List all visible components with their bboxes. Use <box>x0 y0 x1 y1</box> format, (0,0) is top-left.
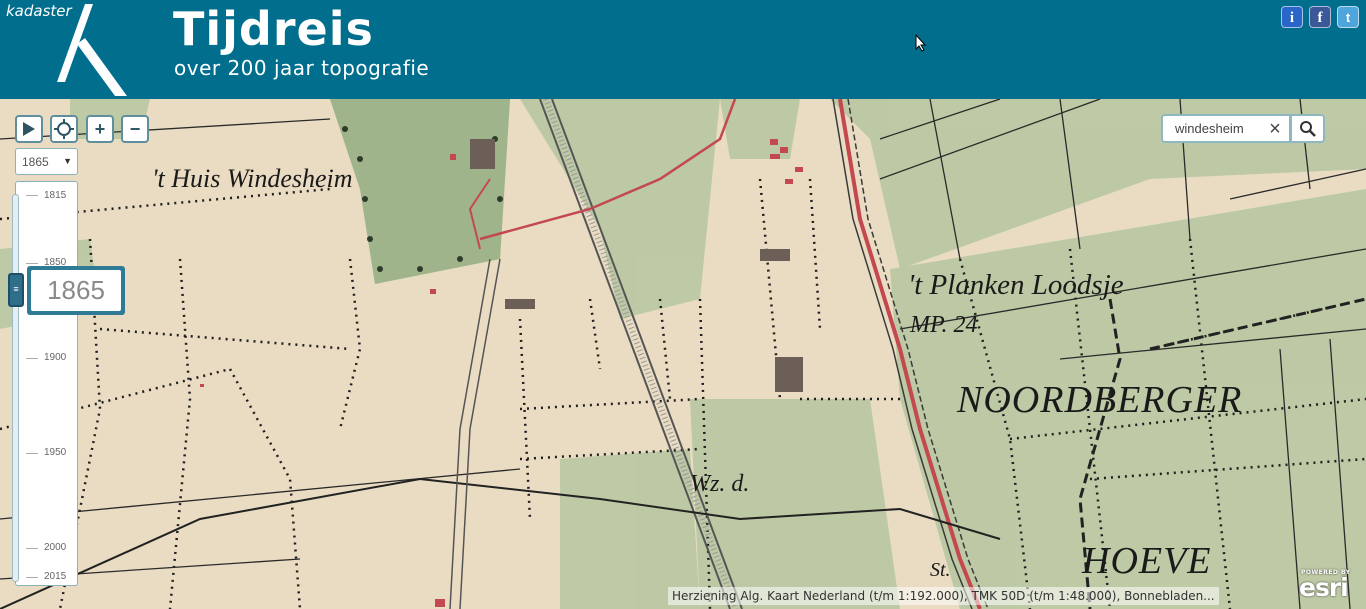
facebook-icon[interactable]: f <box>1309 6 1331 28</box>
map-label-wzd: Wz. d. <box>690 471 750 497</box>
zoom-in-button[interactable]: + <box>86 115 114 143</box>
search-icon <box>1300 121 1316 137</box>
timeline-slider[interactable]: 1815 1850 1900 1950 2000 2015 <box>15 181 78 586</box>
twitter-icon[interactable]: t <box>1337 6 1359 28</box>
historic-map[interactable]: 't Huis Windesheim 't Planken Loodsje MP… <box>0 99 1366 609</box>
search-input[interactable] <box>1163 116 1255 141</box>
kadaster-logo-icon <box>57 4 127 96</box>
clear-icon[interactable]: × <box>1265 118 1285 140</box>
timeline-track[interactable] <box>12 194 19 582</box>
mouse-cursor-icon <box>915 34 927 52</box>
esri-logo[interactable]: esri <box>1299 573 1349 602</box>
current-year: 1865 <box>31 270 121 311</box>
map-label-huis: 't Huis Windesheim <box>152 164 353 193</box>
map-label-planken: 't Planken Loodsje <box>908 269 1124 301</box>
dropdown-arrow-icon: ▼ <box>63 156 72 166</box>
map-attribution: Herziening Alg. Kaart Nederland (t/m 1:1… <box>668 587 1219 605</box>
search-box: × <box>1161 114 1291 143</box>
play-icon <box>23 122 35 136</box>
current-year-box: 1865 <box>27 266 125 315</box>
timeline-handle[interactable]: ≡ <box>8 273 24 307</box>
map-label-st: St. <box>930 559 951 581</box>
map-label-hoeve: HOEVE <box>1082 540 1212 582</box>
timeline-label: 1950 <box>44 447 67 458</box>
page-title: Tijdreis <box>173 2 374 56</box>
timeline-label: 2015 <box>44 571 67 582</box>
year-select-value: 1865 <box>22 155 49 169</box>
zoom-out-button[interactable]: − <box>121 115 149 143</box>
info-icon[interactable]: i <box>1281 6 1303 28</box>
timeline-label: 1900 <box>44 352 67 363</box>
locate-button[interactable] <box>50 115 78 143</box>
page-subtitle: over 200 jaar topografie <box>174 56 430 80</box>
timeline-label: 1815 <box>44 190 67 201</box>
search-button[interactable] <box>1290 114 1325 143</box>
play-button[interactable] <box>15 115 43 143</box>
app-header: kadaster Tijdreis over 200 jaar topograf… <box>0 0 1366 99</box>
map-label-mp: MP. 24 <box>910 312 978 338</box>
map-label-noordberger: NOORDBERGER <box>957 379 1243 421</box>
timeline-label: 2000 <box>44 542 67 553</box>
crosshair-icon <box>54 119 74 139</box>
year-select[interactable]: 1865 ▼ <box>15 148 78 175</box>
